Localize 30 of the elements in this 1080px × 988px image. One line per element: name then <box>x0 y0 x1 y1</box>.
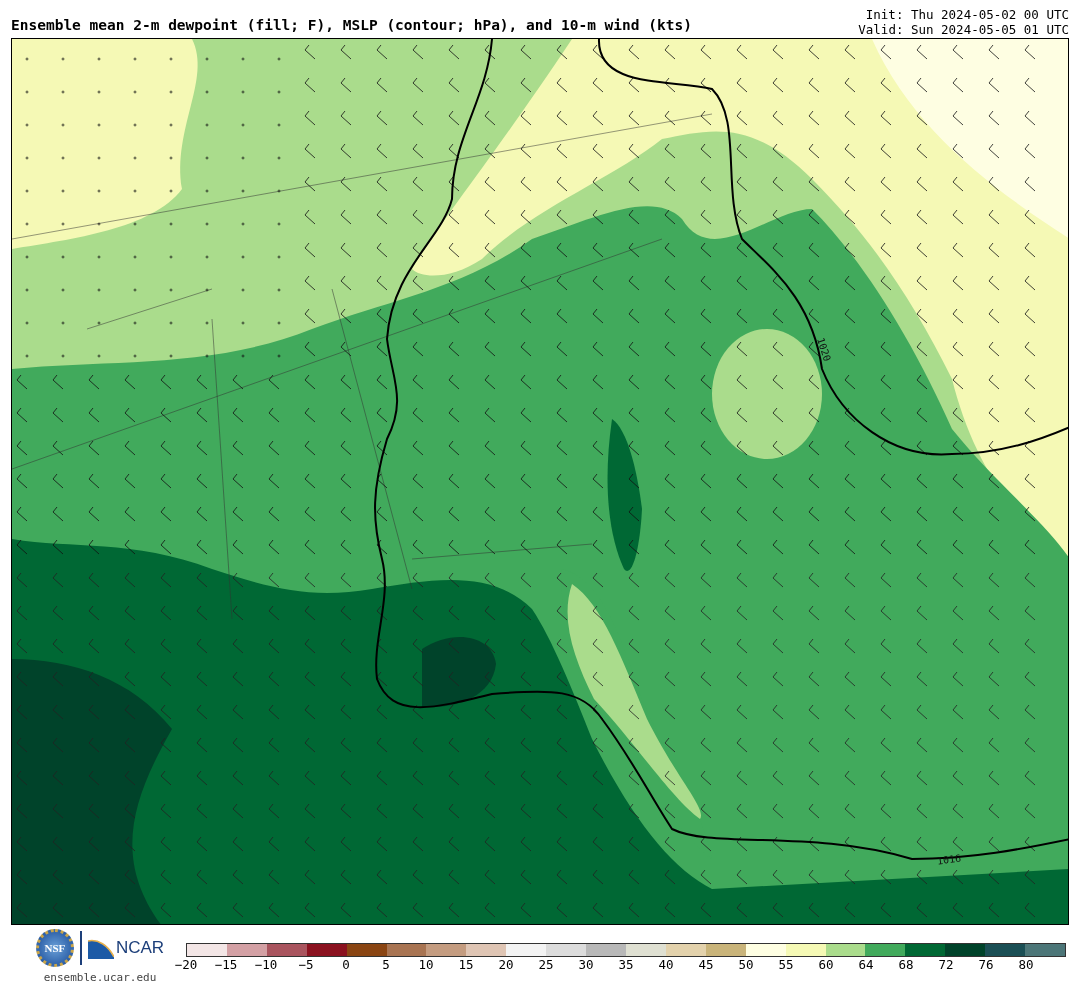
tick-label: 35 <box>618 957 634 972</box>
tick-label: 20 <box>498 957 514 972</box>
tick-label: 45 <box>698 957 714 972</box>
contour-label: 1016 <box>936 852 962 867</box>
tick-label: 30 <box>578 957 594 972</box>
nsf-logo: NSF <box>35 929 74 967</box>
tick-label: 25 <box>538 957 554 972</box>
valid-time: Valid: Sun 2024-05-05 01 UTC <box>858 22 1069 37</box>
tick-label: 50 <box>738 957 754 972</box>
tick-label: 60 <box>818 957 834 972</box>
tick-label: 68 <box>898 957 914 972</box>
chart-title: Ensemble mean 2-m dewpoint (fill; F), MSLP (contour; hPa), and 10-m wind (kts) <box>11 17 692 35</box>
tick-label: 64 <box>858 957 874 972</box>
tick-label: 40 <box>658 957 674 972</box>
tick-label: −10 <box>254 957 278 972</box>
tick-label: 72 <box>938 957 954 972</box>
tick-label: 55 <box>778 957 794 972</box>
contour-label: 1020 <box>815 336 833 363</box>
tick-label: 10 <box>418 957 434 972</box>
tick-label: 76 <box>978 957 994 972</box>
tick-label: −20 <box>174 957 198 972</box>
tick-label: −5 <box>298 957 314 972</box>
tick-label: 80 <box>1018 957 1034 972</box>
tick-label: −15 <box>214 957 238 972</box>
tick-label: 0 <box>342 957 350 972</box>
website-url: ensemble.ucar.edu <box>43 971 157 984</box>
tick-label: 15 <box>458 957 474 972</box>
ncar-logo: NCAR <box>87 937 165 959</box>
tick-label: 5 <box>382 957 390 972</box>
init-time: Init: Thu 2024-05-02 00 UTC <box>865 7 1069 22</box>
